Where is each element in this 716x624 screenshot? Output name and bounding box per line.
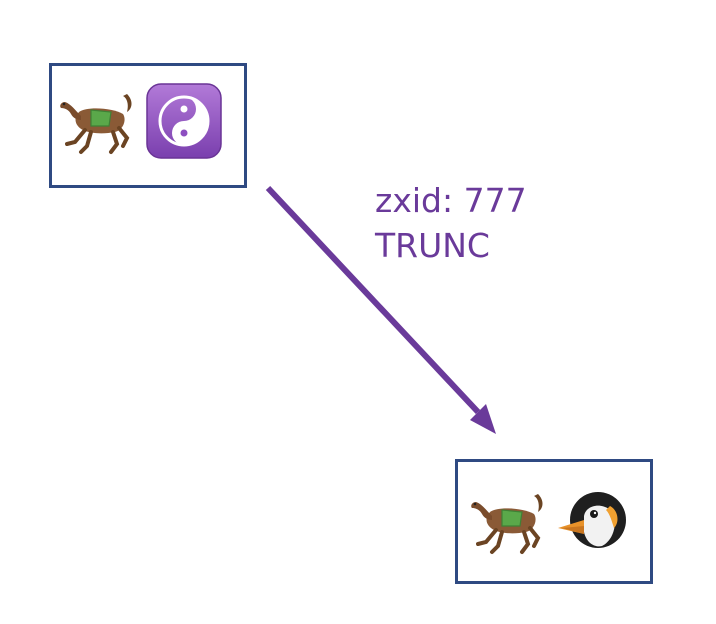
target-node [455,459,653,584]
horse-racing-icon [471,494,543,554]
penguin-icon [558,492,626,548]
